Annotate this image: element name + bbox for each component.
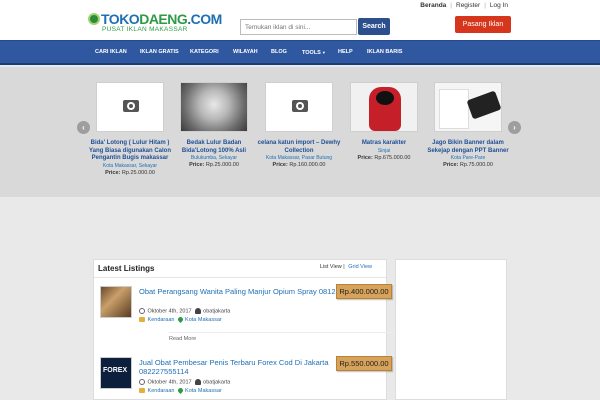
nav-cari-iklan[interactable]: CARI IKLAN <box>95 41 127 64</box>
item-price: Price: Rp.75.000.00 <box>443 162 493 168</box>
nav-iklan-baris[interactable]: IKLAN BARIS <box>367 41 402 64</box>
item-location: Kota Pare-Pare <box>450 155 486 161</box>
nav-blog[interactable]: BLOG <box>271 41 287 64</box>
thumbnail-caption: FOREX <box>103 367 128 374</box>
carousel-item[interactable]: Bedak Lulur Badan Bida'Lotong 100% Asli … <box>169 82 259 169</box>
logo-tagline: PUSAT IKLAN MAKASSAR <box>102 26 188 33</box>
item-price: Price: Rp.25.000.00 <box>105 169 155 176</box>
post-ad-button[interactable]: Pasang Iklan <box>455 16 511 33</box>
sidebar-widget <box>395 259 507 400</box>
featured-carousel: ‹ › Bida' Lotong ( Lulur Hitam ) Yang Bi… <box>0 67 600 197</box>
home-link[interactable]: Beranda <box>416 2 450 9</box>
logo-name: TOKODAENG.COM <box>101 11 222 27</box>
carousel-item[interactable]: Bida' Lotong ( Lulur Hitam ) Yang Biasa … <box>85 82 175 177</box>
folder-icon <box>139 317 145 323</box>
item-title[interactable]: Bedak Lulur Badan Bida'Lotong 100% Asli <box>169 140 259 155</box>
camera-icon <box>292 100 308 112</box>
folder-icon <box>139 388 145 394</box>
item-location: Kota Makassar, Sekayar <box>102 162 158 169</box>
top-links: Beranda | Register | Log In <box>416 2 512 9</box>
placeholder-image <box>265 82 333 132</box>
location-pin-icon <box>176 387 184 395</box>
listing-row[interactable]: Obat Perangsang Wanita Paling Manjur Opi… <box>99 284 399 346</box>
list-view-link[interactable]: List View <box>320 264 342 270</box>
listing-thumbnail[interactable] <box>100 286 132 318</box>
carousel-item[interactable]: Matras karakter Sinjai Price: Rp.675.000… <box>339 82 429 162</box>
price-tag: Rp.550.000.00 <box>336 356 392 371</box>
item-title[interactable]: Jago Bikin Banner dalam Sekejap dengan P… <box>423 140 513 155</box>
search-input[interactable] <box>240 19 357 35</box>
login-link[interactable]: Log In <box>486 2 512 9</box>
listing-category[interactable]: Kendaraan <box>148 317 175 323</box>
item-price: Price: Rp.160.000.00 <box>272 162 326 168</box>
nav-iklan-gratis[interactable]: IKLAN GRATIS <box>140 41 179 64</box>
clock-icon <box>139 308 145 314</box>
latest-listings-header: Latest Listings List View | Grid View <box>94 260 386 278</box>
item-title[interactable]: celana katun import – Dewhy Collection <box>254 140 344 155</box>
item-photo <box>434 82 502 132</box>
site-header: TOKODAENG.COM PUSAT IKLAN MAKASSAR Searc… <box>0 0 600 40</box>
carousel-item[interactable]: celana katun import – Dewhy Collection K… <box>254 82 344 169</box>
item-location: Kota Makassar, Pasar Butung <box>265 155 333 161</box>
view-separator: | <box>343 264 345 270</box>
placeholder-image <box>96 82 164 132</box>
item-price: Price: Rp.675.000.00 <box>357 154 411 161</box>
item-photo <box>180 82 248 132</box>
latest-listings-title: Latest Listings <box>98 264 155 273</box>
listing-user[interactable]: obatjakarta <box>203 308 230 314</box>
user-icon <box>194 308 201 314</box>
latest-listings-panel: Latest Listings List View | Grid View Ob… <box>93 259 435 400</box>
location-pin-icon <box>176 316 184 324</box>
logo-icon <box>88 13 100 25</box>
view-toggle: List View | Grid View <box>320 264 372 270</box>
nav-help[interactable]: HELP <box>338 41 353 64</box>
clock-icon <box>139 379 145 385</box>
nav-kategori[interactable]: KATEGORI <box>190 41 219 64</box>
nav-wilayah[interactable]: WILAYAH <box>233 41 258 64</box>
read-more-link[interactable]: Read More <box>169 336 196 342</box>
listing-category[interactable]: Kendaraan <box>148 388 175 394</box>
search-button[interactable]: Search <box>358 18 390 35</box>
caret-down-icon: ▼ <box>321 50 326 55</box>
price-tag: Rp.400.000.00 <box>336 284 392 299</box>
item-price: Price: Rp.25.000.00 <box>189 162 239 168</box>
listing-meta: Oktober 4th, 2017 obatjakarta <box>139 379 230 385</box>
item-location: Bulukumba, Sekayar <box>190 155 238 161</box>
listing-meta: Oktober 4th, 2017 obatjakarta <box>139 308 230 314</box>
listing-city[interactable]: Kota Makassar <box>185 317 222 323</box>
listing-thumbnail[interactable]: FOREX <box>100 357 132 389</box>
camera-icon <box>123 100 139 112</box>
listing-date: Oktober 4th, 2017 <box>147 379 192 386</box>
carousel-item[interactable]: Jago Bikin Banner dalam Sekejap dengan P… <box>423 82 513 169</box>
grid-view-link[interactable]: Grid View <box>348 264 372 270</box>
item-title[interactable]: Bida' Lotong ( Lulur Hitam ) Yang Biasa … <box>85 140 175 163</box>
nav-tools[interactable]: TOOLS▼ <box>302 41 326 64</box>
item-location: Sinjai <box>377 147 391 154</box>
register-link[interactable]: Register <box>452 2 484 9</box>
listing-date: Oktober 4th, 2017 <box>147 308 192 315</box>
item-photo <box>350 82 418 132</box>
item-title[interactable]: Matras karakter <box>339 140 429 148</box>
listing-tags: Kendaraan Kota Makassar <box>139 316 222 324</box>
listing-row[interactable]: FOREX Jual Obat Pembesar Penis Terbaru F… <box>99 356 399 397</box>
listing-user[interactable]: obatjakarta <box>203 379 230 385</box>
listing-city[interactable]: Kota Makassar <box>185 388 222 394</box>
listing-tags: Kendaraan Kota Makassar <box>139 387 222 395</box>
nav-tools-label: TOOLS <box>302 50 321 56</box>
main-nav: CARI IKLAN IKLAN GRATIS KATEGORI WILAYAH… <box>0 40 600 65</box>
user-icon <box>194 379 201 385</box>
